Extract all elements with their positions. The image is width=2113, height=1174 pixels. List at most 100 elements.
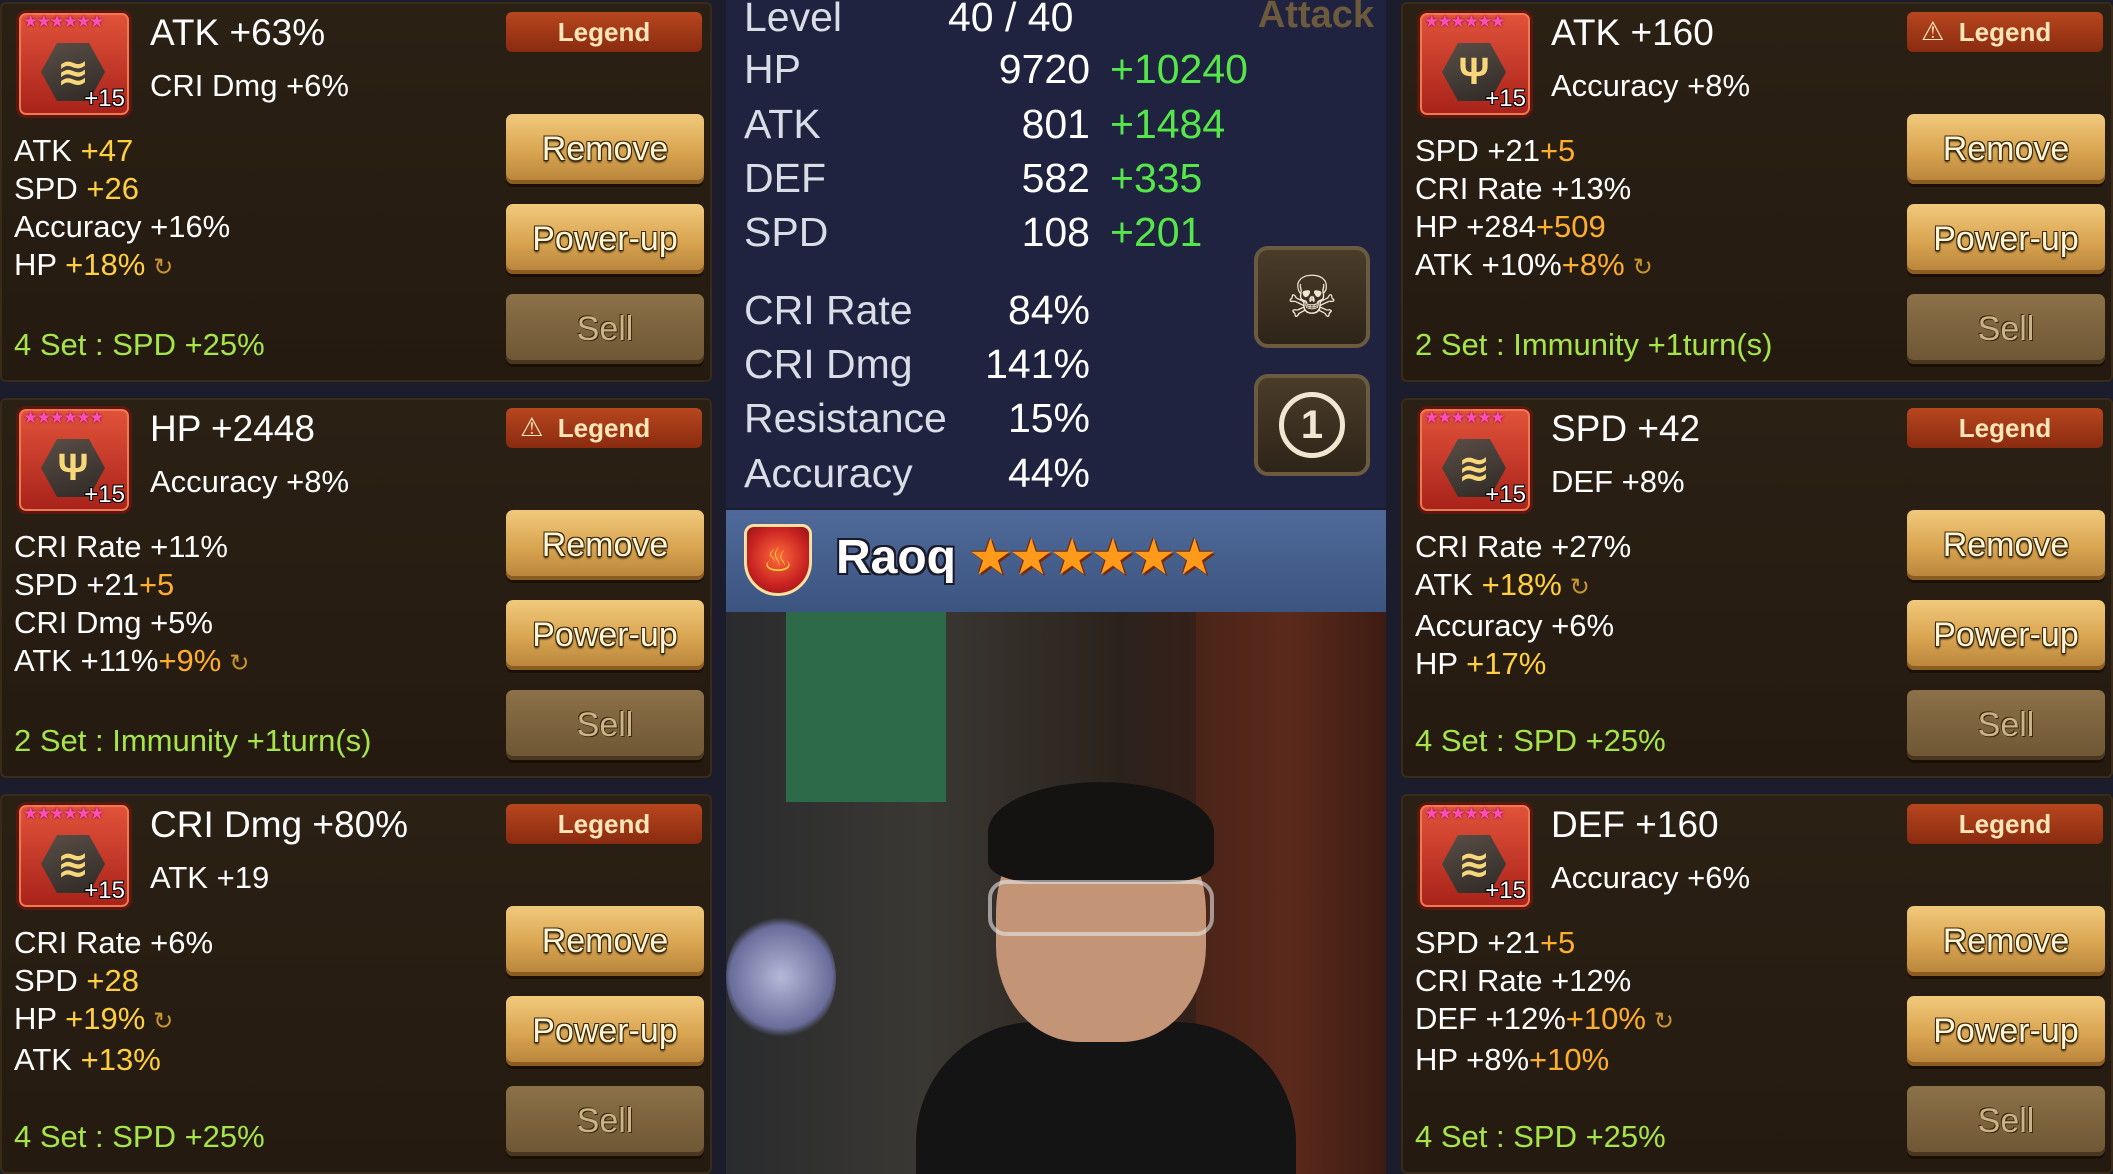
rune-substat: CRI Dmg +5% [14, 604, 249, 642]
rune-main-stat: SPD +42 [1551, 408, 1701, 449]
rune-substat: DEF +12%+10% ↻ [1415, 1000, 1674, 1041]
stat-bonus: +10240 [1110, 46, 1248, 92]
rune-substats: SPD +21+5 CRI Rate +13% HP +284+509 ATK +10… [1415, 132, 1653, 287]
stat-base: 9720 [998, 46, 1090, 92]
power-up-button[interactable]: Power-up [506, 600, 704, 670]
substat-name: HP [14, 1001, 66, 1036]
rune-substat: SPD +28 [14, 962, 213, 1000]
webcam-person-body [916, 1022, 1296, 1174]
substat-value: +13% [80, 1042, 161, 1077]
rune-stars: ★★★★★★ [1424, 408, 1505, 427]
monster-name: Raoq [836, 531, 956, 584]
rune-main-stat: HP +2448 [150, 408, 315, 449]
sell-button[interactable]: Sell [506, 690, 704, 760]
rune-stars: ★★★★★★ [1424, 804, 1505, 823]
stat-bonus: +1484 [1110, 101, 1226, 147]
remove-button[interactable]: Remove [506, 114, 704, 184]
power-up-button[interactable]: Power-up [1907, 204, 2105, 274]
grade-label: Legend [557, 16, 651, 47]
power-up-button[interactable]: Power-up [1907, 996, 2105, 1066]
rune-innate-stat: Accuracy +6% [1551, 860, 1751, 895]
rune-substats: CRI Rate +11% SPD +21+5 CRI Dmg +5% ATK +11… [14, 528, 249, 683]
streamer-webcam [726, 612, 1386, 1174]
remove-button[interactable]: Remove [1907, 114, 2105, 184]
substat-value: +28 [86, 963, 139, 998]
rune-set-bonus: 2 Set : Immunity +1turn(s) [14, 723, 372, 758]
webcam-person-glasses [988, 880, 1214, 936]
rune-substat: CRI Rate +6% [14, 924, 213, 962]
skill-mask-button[interactable]: ☠ [1254, 246, 1370, 348]
remove-button[interactable]: Remove [1907, 906, 2105, 976]
grade-badge: Legend [1907, 408, 2103, 448]
rune-main-stat: DEF +160 [1551, 804, 1719, 845]
substat-name: ATK +10% [1415, 247, 1562, 282]
rune-innate-stat: ATK +19 [150, 860, 270, 895]
remove-button[interactable]: Remove [506, 510, 704, 580]
rune-substat: Accuracy +6% [1415, 607, 1631, 645]
sell-button[interactable]: Sell [1907, 294, 2105, 364]
refresh-icon: ↻ [153, 254, 174, 281]
remove-button[interactable]: Remove [506, 906, 704, 976]
sell-button[interactable]: Sell [1907, 690, 2105, 760]
rune-substat: HP +18% ↻ [14, 246, 230, 287]
grade-badge: Legend [506, 12, 702, 52]
refresh-icon: ↻ [1632, 254, 1653, 281]
power-up-button[interactable]: Power-up [1907, 600, 2105, 670]
power-up-button[interactable]: Power-up [506, 996, 704, 1066]
rune-substats: ATK +47 SPD +26 Accuracy +16% HP +18% ↻ [14, 132, 230, 287]
substat-value: +18% [1481, 567, 1562, 602]
rune-panel-5: ★★★★★★ ≋ +15 SPD +42 DEF +8% Legend CRI Rate +… [1401, 398, 2113, 778]
webcam-lamp [726, 912, 836, 1042]
rune-substat: ATK +47 [14, 132, 230, 170]
stat-name: DEF [744, 155, 826, 201]
sell-button[interactable]: Sell [506, 1086, 704, 1156]
stat-bonus: +201 [1110, 209, 1203, 255]
rune-substat: CRI Rate +13% [1415, 170, 1653, 208]
rune-innate-stat: CRI Dmg +6% [150, 68, 349, 103]
stat-value: 141% [985, 341, 1090, 387]
rune-stars: ★★★★★★ [23, 804, 104, 823]
grade-label: Legend [557, 808, 651, 839]
refresh-icon: ↻ [1653, 1008, 1675, 1035]
rune-substat: ATK +13% [14, 1041, 213, 1079]
rune-stars: ★★★★★★ [1424, 12, 1505, 31]
stat-base: 582 [1021, 155, 1090, 201]
substat-name: HP [1415, 646, 1467, 681]
substat-value: +26 [86, 171, 139, 206]
stat-base: 108 [1021, 209, 1090, 255]
rune-level: +15 [84, 877, 125, 904]
rune-innate-stat: DEF +8% [1551, 464, 1685, 499]
stat-name: SPD [744, 209, 829, 255]
rune-substat: Accuracy +16% [14, 208, 230, 246]
substat-grind: +8% [1561, 247, 1625, 282]
rune-panel-2: ★★★★★★ Ψ +15 HP +2448 Accuracy +8% ⚠ Legend CRI… [0, 398, 712, 778]
rune-substat: HP +19% ↻ [14, 1000, 213, 1041]
substat-name: CRI Rate +6% [14, 925, 214, 960]
rune-substat: CRI Rate +11% [14, 528, 249, 566]
rune-icon: ★★★★★★ Ψ +15 [1417, 10, 1533, 118]
rune-stars: ★★★★★★ [23, 12, 104, 31]
webcam-shelf [786, 612, 946, 802]
stat-value: 44% [1007, 450, 1090, 496]
rune-substats: CRI Rate +6% SPD +28 HP +19% ↻ ATK +13% [14, 924, 213, 1079]
sell-button[interactable]: Sell [1907, 1086, 2105, 1156]
monster-name-bar: ♨ Raoq ★★★★★★ [726, 510, 1386, 612]
rune-stars: ★★★★★★ [23, 408, 104, 427]
substat-grind: +5 [138, 567, 175, 602]
rune-level: +15 [84, 85, 125, 112]
rune-substat: SPD +21+5 [14, 566, 249, 604]
rune-main-stat: ATK +63% [150, 12, 326, 53]
substat-grind: +10% [1529, 1042, 1610, 1077]
substat-name: ATK [14, 133, 81, 168]
substat-name: SPD +21 [1415, 133, 1540, 168]
remove-button[interactable]: Remove [1907, 510, 2105, 580]
substat-name: CRI Rate +27% [1415, 529, 1632, 564]
stat-base: 801 [1021, 101, 1090, 147]
power-up-button[interactable]: Power-up [506, 204, 704, 274]
sell-button[interactable]: Sell [506, 294, 704, 364]
rune-panel-6: ★★★★★★ ≋ +15 DEF +160 Accuracy +6% Legend SPD … [1401, 794, 2113, 1174]
rune-slot-button[interactable]: 1 [1254, 374, 1370, 476]
substat-name: CRI Rate +12% [1415, 963, 1632, 998]
level-value: 40 / 40 [948, 0, 1074, 40]
stat-value: 15% [1007, 395, 1090, 441]
